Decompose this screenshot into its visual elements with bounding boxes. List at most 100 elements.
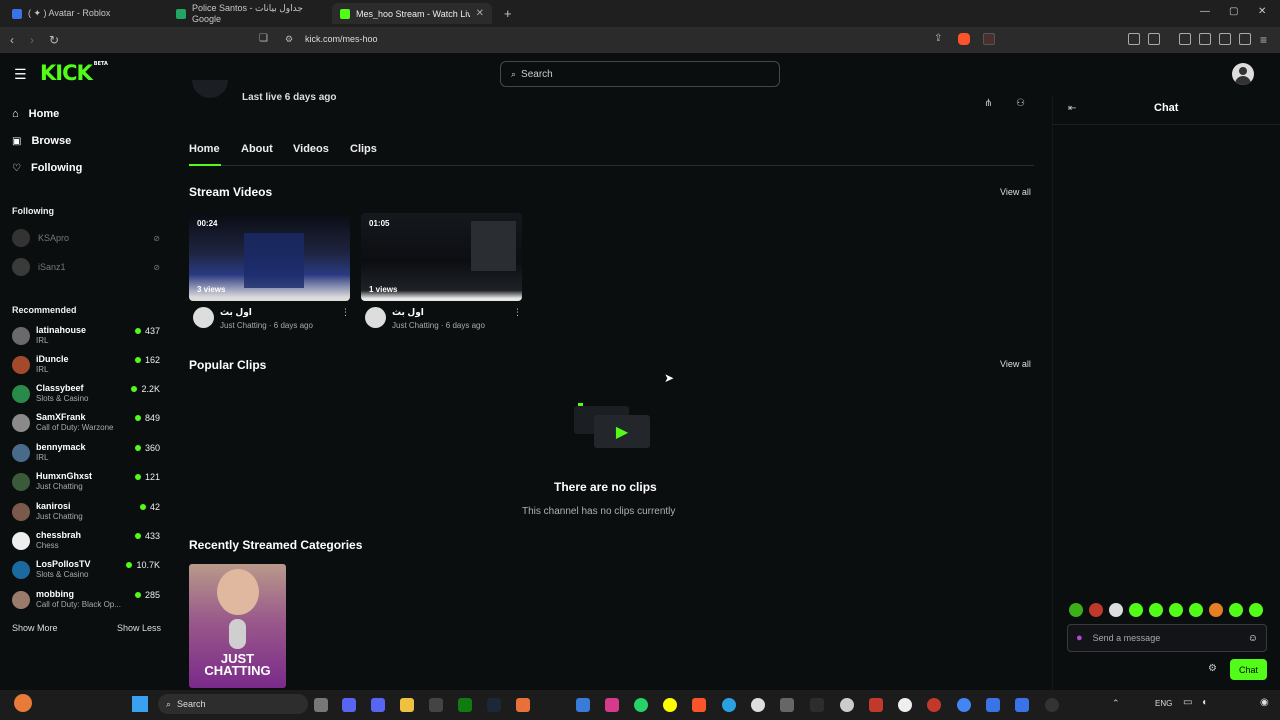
emoji-icon[interactable]: ☺ — [1248, 633, 1258, 644]
minimize-button[interactable]: — — [1200, 6, 1210, 17]
tab-about[interactable]: About — [241, 143, 273, 155]
recommended-channel[interactable]: latinahouse IRL 437 — [12, 324, 160, 352]
popular-clips-view-all[interactable]: View all — [1000, 359, 1031, 369]
emote-icon[interactable] — [1149, 603, 1163, 617]
start-icon[interactable] — [132, 696, 148, 712]
recommended-channel[interactable]: kanirosi Just Chatting 42 — [12, 500, 160, 528]
network-icon[interactable]: ▭ — [1183, 697, 1192, 708]
notification-icon[interactable]: ◉ — [1260, 697, 1269, 708]
instagram-icon[interactable] — [605, 698, 619, 712]
discord-icon[interactable] — [371, 698, 385, 712]
app-icon[interactable] — [576, 698, 590, 712]
maximize-button[interactable]: ▢ — [1229, 6, 1238, 17]
show-less-button[interactable]: Show Less — [117, 623, 161, 633]
reload-icon[interactable]: ↻ — [49, 33, 59, 47]
emote-icon[interactable] — [1229, 603, 1243, 617]
menu-icon[interactable]: ≡ — [1260, 33, 1267, 47]
app-icon[interactable] — [840, 698, 854, 712]
more-options-icon[interactable]: ⋮ — [513, 307, 522, 330]
bookmark-icon[interactable]: ❏ — [259, 33, 268, 44]
send-chat-button[interactable]: Chat — [1230, 659, 1267, 680]
app-icon[interactable] — [516, 698, 530, 712]
search-input[interactable]: ⌕ Search — [500, 61, 780, 87]
stream-videos-view-all[interactable]: View all — [1000, 187, 1031, 197]
extension-icon[interactable] — [1148, 33, 1160, 45]
app-icon[interactable] — [429, 698, 443, 712]
url-field[interactable]: kick.com/mes-hoo — [305, 34, 378, 44]
video-thumbnail[interactable]: 01:05 1 views — [361, 213, 522, 301]
follow-user-icon[interactable]: ⚇ — [1016, 98, 1025, 109]
app-icon[interactable] — [1045, 698, 1059, 712]
weather-widget-icon[interactable] — [14, 694, 32, 712]
recommended-channel[interactable]: chessbrah Chess 433 — [12, 529, 160, 557]
collapse-chat-icon[interactable]: ⇤ — [1068, 103, 1076, 114]
tray-chevron-icon[interactable]: ⌃ — [1112, 698, 1120, 709]
recommended-channel[interactable]: mobbing Call of Duty: Black Op... 285 — [12, 588, 160, 616]
recommended-channel[interactable]: iDuncle IRL 162 — [12, 353, 160, 381]
browser-tab-roblox[interactable]: ( ✦ ) Avatar - Roblox — [4, 3, 164, 24]
emote-icon[interactable] — [1129, 603, 1143, 617]
following-channel[interactable]: KSApro ⊘ — [12, 228, 160, 248]
recommended-channel[interactable]: Classybeef Slots & Casino 2.2K — [12, 382, 160, 410]
emote-icon[interactable] — [1089, 603, 1103, 617]
close-window-button[interactable]: ✕ — [1258, 6, 1266, 17]
telegram-icon[interactable] — [722, 698, 736, 712]
user-avatar-button[interactable] — [1232, 63, 1254, 85]
sidebar-item-following[interactable]: ♡ Following — [12, 162, 82, 174]
app-icon[interactable] — [780, 698, 794, 712]
emote-icon[interactable] — [1189, 603, 1203, 617]
snapchat-icon[interactable] — [663, 698, 677, 712]
browser-tab-sheets[interactable]: Police Santos - جداول بيانات Google — [168, 3, 328, 24]
brave-shield-icon[interactable] — [958, 33, 970, 45]
share-channel-icon[interactable]: ⋔ — [984, 98, 992, 109]
emote-icon[interactable] — [1209, 603, 1223, 617]
recommended-channel[interactable]: bennymack IRL 360 — [12, 441, 160, 469]
roblox-icon[interactable] — [1015, 698, 1029, 712]
chat-message-input[interactable]: ● Send a message ☺ — [1067, 624, 1267, 652]
following-channel[interactable]: iSanz1 ⊘ — [12, 257, 160, 277]
language-indicator[interactable]: ENG — [1155, 699, 1172, 708]
leo-icon[interactable] — [1219, 33, 1231, 45]
share-icon[interactable]: ⇪ — [934, 33, 942, 44]
volume-icon[interactable]: ◖ — [1201, 697, 1207, 708]
chat-settings-icon[interactable]: ⚙ — [1208, 663, 1217, 674]
app-icon[interactable] — [810, 698, 824, 712]
new-tab-button[interactable]: + — [496, 3, 516, 24]
channel-avatar[interactable] — [192, 80, 228, 98]
brave-icon[interactable] — [692, 698, 706, 712]
close-tab-icon[interactable]: ✕ — [476, 8, 484, 19]
app-icon[interactable] — [751, 698, 765, 712]
video-thumbnail[interactable]: 00:24 3 views — [189, 213, 350, 301]
hamburger-menu-icon[interactable]: ☰ — [14, 66, 27, 83]
browser-tab-kick[interactable]: Mes_hoo Stream - Watch Live on ✕ — [332, 3, 492, 24]
task-view-icon[interactable] — [314, 698, 328, 712]
whatsapp-icon[interactable] — [634, 698, 648, 712]
roblox-icon[interactable] — [986, 698, 1000, 712]
steam-icon[interactable] — [487, 698, 501, 712]
category-card-just-chatting[interactable]: JUST CHATTING — [189, 564, 286, 688]
taskbar-search[interactable]: ⌕ Search — [158, 694, 308, 714]
chrome-icon[interactable] — [957, 698, 971, 712]
emote-icon[interactable] — [1109, 603, 1123, 617]
app-icon[interactable] — [927, 698, 941, 712]
xbox-icon[interactable] — [458, 698, 472, 712]
discord-icon[interactable] — [342, 698, 356, 712]
tab-videos[interactable]: Videos — [293, 143, 329, 155]
video-title[interactable]: اول بث — [220, 307, 313, 318]
recommended-channel[interactable]: LosPollosTV Slots & Casino 10.7K — [12, 558, 160, 586]
emote-icon[interactable] — [1249, 603, 1263, 617]
kick-logo[interactable]: KICK BETA — [40, 61, 108, 85]
sidebar-item-browse[interactable]: ▣ Browse — [12, 135, 71, 147]
emote-icon[interactable] — [1169, 603, 1183, 617]
back-icon[interactable]: ‹ — [10, 33, 14, 47]
brave-rewards-icon[interactable] — [983, 33, 995, 45]
recommended-channel[interactable]: HumxnGhxst Just Chatting 121 — [12, 470, 160, 498]
tab-clips[interactable]: Clips — [350, 143, 377, 155]
app-icon[interactable] — [869, 698, 883, 712]
forward-icon[interactable]: › — [30, 33, 34, 47]
video-title[interactable]: اول بث — [392, 307, 485, 318]
app-icon[interactable] — [898, 698, 912, 712]
sidebar-item-home[interactable]: ⌂ Home — [12, 108, 59, 120]
microphone-icon[interactable]: ● — [1076, 632, 1083, 644]
site-info-icon[interactable]: ⚙ — [285, 34, 293, 45]
